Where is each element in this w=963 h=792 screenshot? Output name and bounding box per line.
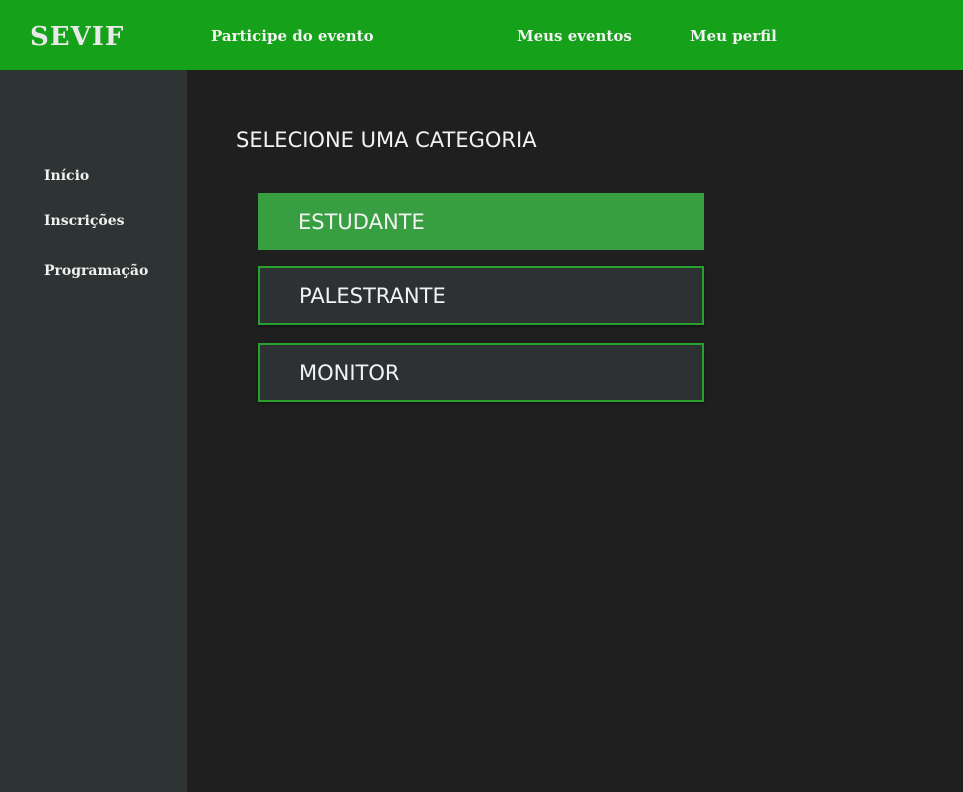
sidebar-item-inscricoes[interactable]: Inscrições bbox=[44, 211, 124, 231]
top-navbar: SEVIF Participe do evento Meus eventos M… bbox=[0, 0, 963, 70]
nav-link-participe-do-evento[interactable]: Participe do evento bbox=[211, 25, 374, 47]
category-option-label: ESTUDANTE bbox=[298, 209, 425, 234]
sidebar: Início Inscrições Programação bbox=[0, 70, 187, 792]
category-option-label: MONITOR bbox=[299, 360, 400, 385]
category-option-monitor[interactable]: MONITOR bbox=[258, 343, 704, 402]
category-option-estudante[interactable]: ESTUDANTE bbox=[258, 193, 704, 250]
sidebar-item-programacao[interactable]: Programação bbox=[44, 261, 148, 281]
site-logo[interactable]: SEVIF bbox=[30, 20, 124, 54]
sidebar-item-inicio[interactable]: Início bbox=[44, 166, 89, 186]
page-title: SELECIONE UMA CATEGORIA bbox=[236, 128, 537, 152]
nav-link-meu-perfil[interactable]: Meu perfil bbox=[690, 25, 777, 47]
nav-link-meus-eventos[interactable]: Meus eventos bbox=[517, 25, 632, 47]
category-option-label: PALESTRANTE bbox=[299, 283, 446, 308]
category-option-palestrante[interactable]: PALESTRANTE bbox=[258, 266, 704, 325]
